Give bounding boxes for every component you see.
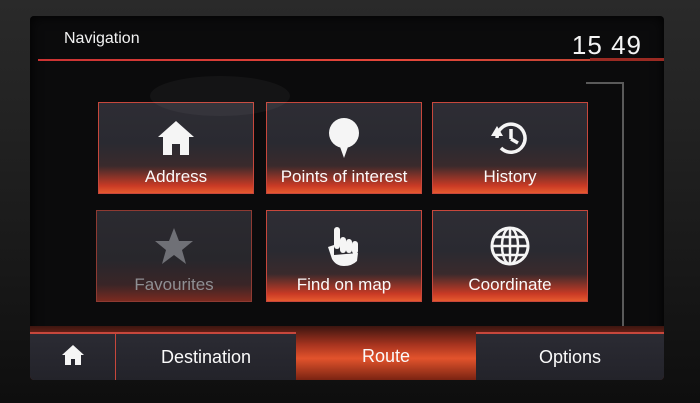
clock: 15 49 [571, 30, 642, 60]
tab-destination[interactable]: Destination [116, 332, 296, 380]
points-of-interest-label: Points of interest [280, 167, 408, 186]
tab-options[interactable]: Options [476, 332, 664, 380]
infotainment-screen: Navigation 15 49 Address Points of inter… [30, 16, 664, 380]
tab-options-label: Options [538, 346, 602, 367]
tab-route-label: Route [361, 345, 411, 366]
favourites-label: Favourites [134, 275, 214, 294]
tab-home[interactable] [30, 332, 116, 380]
coordinate-button[interactable]: Coordinate [432, 210, 588, 302]
header-divider-accent [590, 58, 664, 61]
screen-glare [150, 76, 290, 116]
home-icon [156, 117, 196, 159]
coordinate-label: Coordinate [468, 275, 552, 294]
map-pin-icon [327, 117, 361, 159]
points-of-interest-button[interactable]: Points of interest [266, 102, 422, 194]
history-button[interactable]: History [432, 102, 588, 194]
header-bar: Navigation 15 49 [30, 16, 664, 62]
find-on-map-button[interactable]: Find on map [266, 210, 422, 302]
globe-icon [489, 225, 531, 267]
star-icon [153, 225, 195, 267]
find-on-map-label: Find on map [296, 275, 392, 294]
hand-pointer-icon [326, 225, 362, 267]
tab-destination-label: Destination [160, 346, 252, 367]
page-title: Navigation [64, 30, 140, 47]
address-label: Address [144, 167, 208, 186]
favourites-button[interactable]: Favourites [96, 210, 252, 302]
frame-outline [586, 82, 624, 336]
history-icon [489, 117, 531, 159]
tab-route[interactable]: Route [296, 332, 476, 380]
header-divider [38, 59, 638, 61]
address-button[interactable]: Address [98, 102, 254, 194]
history-label: History [483, 167, 537, 186]
home-icon [61, 344, 85, 371]
